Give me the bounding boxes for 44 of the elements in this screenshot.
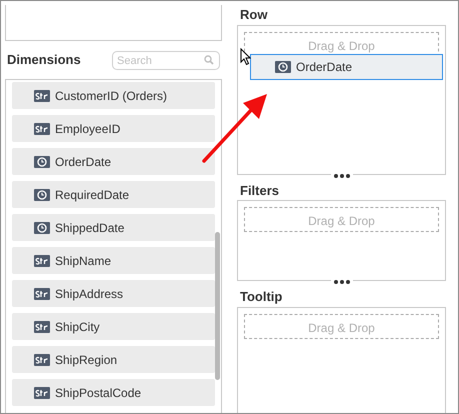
field-item[interactable]: ShipCity	[12, 313, 215, 340]
field-label: ShipAddress	[55, 286, 124, 302]
field-label: OrderDate	[55, 154, 112, 170]
field-label: RequiredDate	[55, 186, 130, 204]
field-item[interactable]: CustomerID (Orders)	[12, 82, 215, 109]
resize-handle-icon[interactable]	[330, 280, 352, 284]
section-title: Filters	[240, 182, 280, 200]
field-label: CustomerID (Orders)	[55, 88, 168, 104]
text-type-icon	[34, 354, 50, 366]
text-type-icon	[34, 288, 50, 300]
clock-icon	[34, 222, 50, 234]
text-type-icon	[34, 122, 50, 134]
text-type-icon	[34, 386, 50, 398]
text-type-icon	[34, 320, 50, 332]
drop-zone: Drag & Drop	[244, 314, 439, 338]
panel-title: Dimensions	[7, 51, 81, 70]
text-type-icon	[34, 254, 50, 266]
text-type-icon	[34, 90, 50, 102]
drop-zone: Drag & Drop	[244, 207, 439, 232]
resize-handle-icon[interactable]	[330, 174, 352, 178]
field-item[interactable]: OrderDate	[12, 148, 215, 175]
field-label: ShipCity	[55, 318, 100, 336]
field-label: ShipName	[55, 252, 112, 270]
clock-icon	[34, 188, 50, 200]
field-label: ShippedDate	[55, 220, 124, 236]
section-title: Row	[240, 6, 268, 24]
field-label: ShipPostalCode	[55, 384, 142, 402]
field-item[interactable]: ShipRegion	[12, 346, 215, 373]
field-item[interactable]: ShipAddress	[12, 280, 215, 307]
field-label: OrderDate	[296, 59, 352, 76]
search-icon	[204, 54, 214, 64]
scrollbar-thumb[interactable]	[215, 232, 220, 380]
section-title: Tooltip	[240, 288, 282, 306]
clock-icon	[34, 156, 50, 168]
field-label: EmployeeID	[55, 120, 120, 138]
search-field[interactable]: Search	[112, 51, 220, 70]
field-item[interactable]: ShipPostalCode	[12, 379, 215, 406]
clock-icon	[275, 61, 291, 73]
field-item[interactable]: RequiredDate	[12, 181, 215, 208]
field-label: ShipRegion	[55, 352, 118, 368]
field-item[interactable]: EmployeeID	[12, 115, 215, 142]
field-item[interactable]: ShippedDate	[12, 214, 215, 241]
field-item[interactable]: ShipName	[12, 247, 215, 274]
cursor-icon	[240, 48, 251, 66]
